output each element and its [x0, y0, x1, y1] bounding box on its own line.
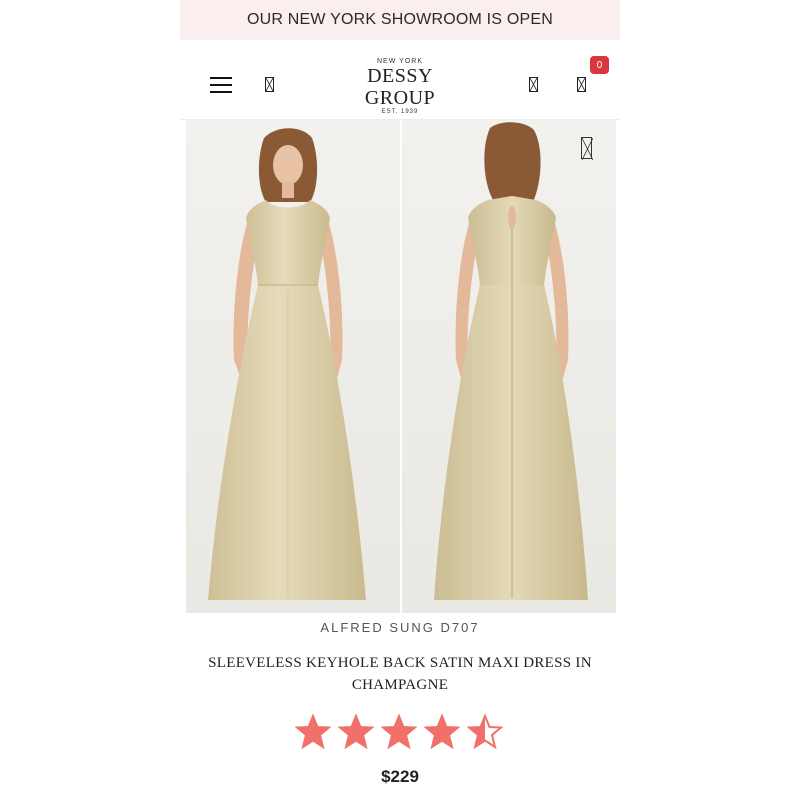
promo-text: OUR NEW YORK SHOWROOM IS OPEN [247, 11, 553, 28]
product-rating[interactable] [295, 714, 505, 754]
product-image-back[interactable] [402, 120, 616, 613]
logo-wordmark: DESSY GROUP [364, 65, 436, 109]
logo[interactable]: NEW YORK DESSY GROUP EST. 1939 [330, 58, 470, 115]
search-icon[interactable] [265, 77, 274, 92]
heart-icon[interactable] [581, 137, 593, 160]
cart-icon[interactable] [577, 77, 586, 92]
site-header: NEW YORK DESSY GROUP EST. 1939 [180, 40, 620, 120]
account-icon[interactable] [529, 77, 538, 92]
product-gallery[interactable] [186, 120, 617, 613]
promo-banner[interactable]: OUR NEW YORK SHOWROOM IS OPEN [180, 0, 620, 40]
star-full-icon [424, 714, 460, 750]
star-full-icon [295, 714, 331, 750]
logo-tagline-top: NEW YORK [377, 58, 423, 65]
logo-tagline-bottom: EST. 1939 [381, 109, 419, 115]
star-full-icon [381, 714, 417, 750]
star-half-icon [467, 714, 503, 750]
product-price: $229 [381, 767, 419, 786]
product-brand[interactable]: ALFRED SUNG D707 [180, 620, 620, 635]
product-image-front[interactable] [186, 120, 400, 613]
star-full-icon [338, 714, 374, 750]
product-title: SLEEVELESS KEYHOLE BACK SATIN MAXI DRESS… [208, 655, 592, 693]
mobile-page: OUR NEW YORK SHOWROOM IS OPEN NEW YORK D… [180, 0, 620, 800]
menu-icon[interactable] [210, 77, 232, 93]
cart-count-badge: 0 [590, 56, 609, 74]
